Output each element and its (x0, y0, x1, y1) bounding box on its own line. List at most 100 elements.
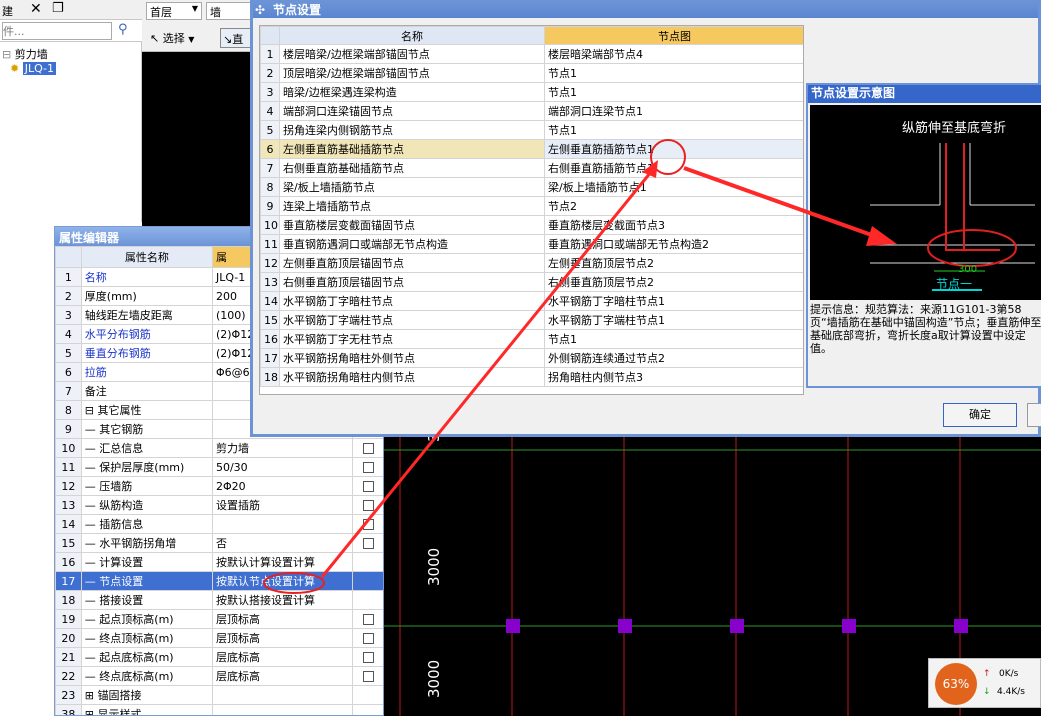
checkbox[interactable] (362, 462, 374, 473)
search-input[interactable] (2, 22, 112, 40)
property-value[interactable] (211, 704, 353, 715)
node-row[interactable]: 3 暗梁/边框梁遇连梁构造 节点1 (260, 82, 803, 102)
floor-select[interactable]: 首层 ▼ (146, 2, 202, 20)
node-image-cell[interactable]: 右侧垂直筋插筋节点1 (544, 158, 803, 178)
property-value[interactable]: 2Φ20 (211, 476, 353, 496)
property-row[interactable]: 15— 水平钢筋拐角增否 (55, 533, 383, 553)
node-row[interactable]: 2 顶层暗梁/边框梁端部锚固节点 节点1 (260, 63, 803, 83)
node-row[interactable]: 13 右侧垂直筋顶层锚固节点 右侧垂直筋顶层节点2 (260, 272, 803, 292)
attach-checkbox-cell[interactable] (351, 628, 383, 648)
search-box[interactable]: ⚲ (0, 20, 142, 42)
attach-checkbox-cell[interactable] (351, 514, 383, 534)
attach-checkbox-cell[interactable] (351, 495, 383, 515)
attach-checkbox-cell[interactable] (351, 438, 383, 458)
property-row[interactable]: 38 ⊞ 显示样式 (55, 704, 383, 715)
node-row[interactable]: 10 垂直筋楼层变截面锚固节点 垂直筋楼层变截面节点3 (260, 215, 803, 235)
checkbox[interactable] (362, 519, 374, 530)
node-row[interactable]: 12 左侧垂直筋顶层锚固节点 左侧垂直筋顶层节点2 (260, 253, 803, 273)
search-icon[interactable]: ⚲ (118, 22, 128, 37)
property-value[interactable] (211, 685, 353, 705)
node-row[interactable]: 16 水平钢筋丁字无柱节点 节点1 (260, 329, 803, 349)
attach-checkbox-cell[interactable] (351, 457, 383, 477)
node-image-cell[interactable]: 右侧垂直筋顶层节点2 (544, 272, 803, 292)
node-row[interactable]: 18 水平钢筋拐角暗柱内侧节点 拐角暗柱内侧节点3 (260, 367, 803, 387)
checkbox[interactable] (362, 481, 374, 492)
tree-item[interactable]: ✹ JLQ-1 (10, 62, 57, 75)
property-value[interactable]: 层底标高 (211, 647, 353, 667)
checkbox[interactable] (362, 538, 374, 549)
checkbox[interactable] (362, 443, 374, 454)
node-image-cell[interactable]: 垂直筋遇洞口或端部无节点构造2 (544, 234, 803, 254)
node-row[interactable]: 11 垂直钢筋遇洞口或端部无节点构造 垂直筋遇洞口或端部无节点构造2 (260, 234, 803, 254)
collapse-icon[interactable]: ⊟ (2, 48, 11, 61)
property-value[interactable]: 层底标高 (211, 666, 353, 686)
node-row[interactable]: 5 拐角连梁内侧钢筋节点 节点1 (260, 120, 803, 140)
property-row[interactable]: 23 ⊞ 锚固搭接 (55, 685, 383, 705)
cancel-button[interactable] (1027, 403, 1041, 427)
property-row[interactable]: 12— 压墙筋 2Φ20 (55, 476, 383, 496)
node-image-cell[interactable]: 节点1 (544, 120, 803, 140)
property-value[interactable]: 按默认计算设置计算 (211, 552, 353, 572)
node-image-cell[interactable]: 左侧垂直筋插筋节点1 (544, 139, 803, 159)
checkbox[interactable] (362, 633, 374, 644)
checkbox[interactable] (362, 500, 374, 511)
node-image-cell[interactable]: 节点1 (544, 82, 803, 102)
property-row[interactable]: 16— 计算设置 按默认计算设置计算 (55, 552, 383, 572)
property-row[interactable]: 10— 汇总信息 剪力墙 (55, 438, 383, 458)
property-row[interactable]: 11— 保护层厚度(mm) 50/30 (55, 457, 383, 477)
property-row[interactable]: 22— 终点底标高(m) 层底标高 (55, 666, 383, 686)
checkbox[interactable] (362, 652, 374, 663)
node-image-cell[interactable]: 节点1 (544, 329, 803, 349)
checkbox[interactable] (362, 671, 374, 682)
ok-button[interactable]: 确定 (943, 403, 1017, 427)
property-value[interactable]: 按默认搭接设置计算 (211, 590, 353, 610)
node-image-cell[interactable]: 楼层暗梁端部节点4 (544, 44, 803, 64)
node-image-cell[interactable]: 左侧垂直筋顶层节点2 (544, 253, 803, 273)
property-value[interactable]: 层顶标高 (211, 628, 353, 648)
node-row[interactable]: 14 水平钢筋丁字暗柱节点 水平钢筋丁字暗柱节点1 (260, 291, 803, 311)
node-row[interactable]: 8 梁/板上墙插筋节点 梁/板上墙插筋节点1 (260, 177, 803, 197)
property-row[interactable]: 13— 纵筋构造 设置插筋 (55, 495, 383, 515)
node-image-cell[interactable]: 水平钢筋丁字端柱节点1 (544, 310, 803, 330)
property-row[interactable]: 18— 搭接设置 按默认搭接设置计算 (55, 590, 383, 610)
property-row[interactable]: 20— 终点顶标高(m) 层顶标高 (55, 628, 383, 648)
attach-checkbox-cell[interactable] (351, 647, 383, 667)
attach-checkbox-cell[interactable] (351, 609, 383, 629)
property-value[interactable]: 设置插筋 (211, 495, 353, 515)
node-row[interactable]: 15 水平钢筋丁字端柱节点 水平钢筋丁字端柱节点1 (260, 310, 803, 330)
property-value[interactable]: 按默认节点设置计算 (211, 571, 353, 591)
property-value[interactable]: 否 (211, 533, 353, 553)
attach-checkbox-cell[interactable] (351, 476, 383, 496)
attach-checkbox-cell[interactable] (351, 666, 383, 686)
copy-icon[interactable]: ❐ (52, 1, 64, 16)
tree-root[interactable]: ⊟ 剪力墙 (2, 46, 48, 62)
node-image-cell[interactable]: 节点1 (544, 63, 803, 83)
node-image-cell[interactable]: 梁/板上墙插筋节点1 (544, 177, 803, 197)
node-image-cell[interactable]: 垂直筋楼层变截面节点3 (544, 215, 803, 235)
select-tool-button[interactable]: ↖ 选择 ▼ (150, 30, 194, 46)
node-row[interactable]: 4 端部洞口连梁锚固节点 端部洞口连梁节点1 (260, 101, 803, 121)
node-row[interactable]: 9 连梁上墙插筋节点 节点2 (260, 196, 803, 216)
checkbox[interactable] (362, 614, 374, 625)
node-image-cell[interactable]: 节点2 (544, 196, 803, 216)
property-value[interactable] (211, 514, 353, 534)
property-row[interactable]: 21— 起点底标高(m) 层底标高 (55, 647, 383, 667)
property-value[interactable]: 层顶标高 (211, 609, 353, 629)
node-image-cell[interactable]: 水平钢筋丁字暗柱节点1 (544, 291, 803, 311)
node-row[interactable]: 7 右侧垂直筋基础插筋节点 右侧垂直筋插筋节点1 (260, 158, 803, 178)
node-image-cell[interactable]: 端部洞口连梁节点1 (544, 101, 803, 121)
type-select[interactable]: 墙 (206, 2, 254, 20)
node-row[interactable]: 17 水平钢筋拐角暗柱外侧节点 外侧钢筋连续通过节点2 (260, 348, 803, 368)
property-value[interactable]: 剪力墙 (211, 438, 353, 458)
property-row[interactable]: 14— 插筋信息 (55, 514, 383, 534)
property-row[interactable]: 19— 起点顶标高(m) 层顶标高 (55, 609, 383, 629)
node-row[interactable]: 6 左侧垂直筋基础插筋节点 左侧垂直筋插筋节点1 (260, 139, 803, 159)
node-image-cell[interactable]: 外侧钢筋连续通过节点2 (544, 348, 803, 368)
attach-checkbox-cell[interactable] (351, 533, 383, 553)
draw-line-button[interactable]: ↘直 (220, 28, 254, 48)
node-image-cell[interactable]: 拐角暗柱内侧节点3 (544, 367, 803, 387)
node-row[interactable]: 1 楼层暗梁/边框梁端部锚固节点 楼层暗梁端部节点4 (260, 44, 803, 64)
close-icon[interactable]: ✕ (30, 1, 42, 17)
property-row[interactable]: 17— 节点设置 按默认节点设置计算 (55, 571, 383, 591)
property-value[interactable]: 50/30 (211, 457, 353, 477)
